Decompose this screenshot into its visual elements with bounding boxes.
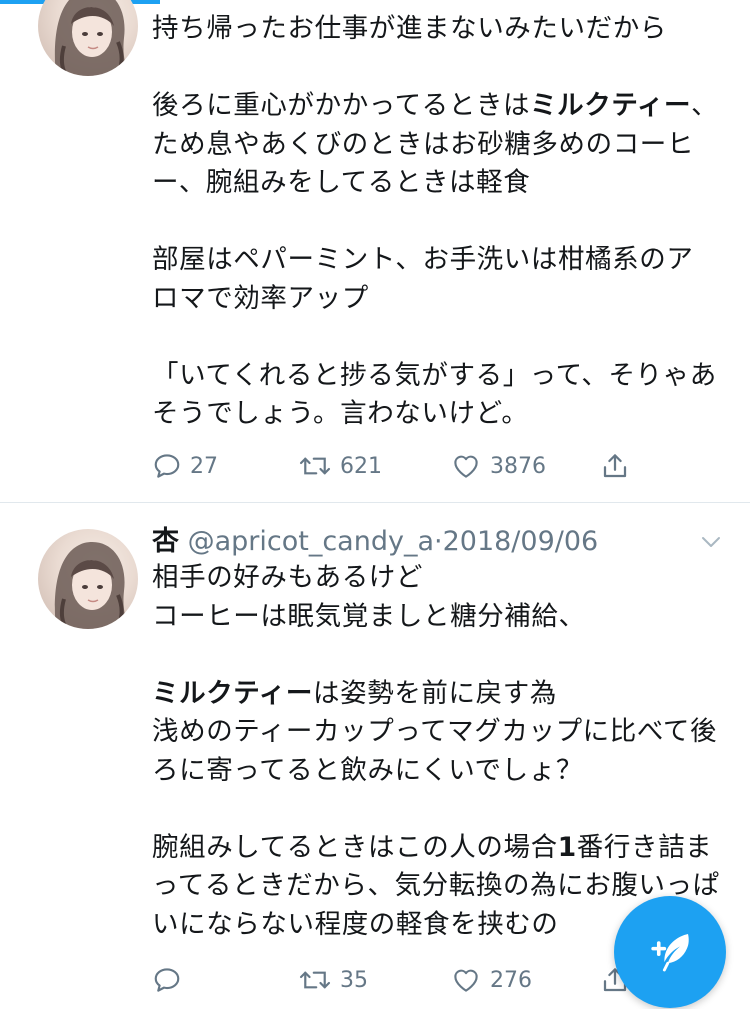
tweet[interactable]: 持ち帰ったお仕事が進まないみたいだから後ろに重心がかかってるときはミルクティー、… xyxy=(0,0,750,503)
tweet-paragraph: コーヒーは眠気覚ましと糖分補給、 xyxy=(152,598,720,637)
like-count: 276 xyxy=(490,967,532,993)
retweet-icon xyxy=(299,971,331,989)
avatar-illustration xyxy=(54,542,131,629)
reply-icon xyxy=(154,454,180,478)
retweet-button[interactable]: 621 xyxy=(298,446,382,486)
text-run: 部屋はペパーミント、お手洗いは柑橘系のアロマで効率アップ xyxy=(152,244,694,314)
separator-dot: · xyxy=(434,526,443,557)
reply-icon xyxy=(154,968,180,992)
reply-count: 27 xyxy=(190,453,218,479)
share-icon xyxy=(603,454,627,478)
tweet-paragraph: 「いてくれると捗る気がする」って、そりゃあそうでしょう。言わないけど。 xyxy=(152,357,720,434)
compose-tweet-icon xyxy=(651,934,689,972)
timeline: 持ち帰ったお仕事が進まないみたいだから後ろに重心がかかってるときはミルクティー、… xyxy=(0,0,750,1009)
text-run: 「いてくれると捗る気がする」って、そりゃあそうでしょう。言わないけど。 xyxy=(152,359,717,430)
tweet-paragraph: 後ろに重心がかかってるときはミルクティー、ため息やあくびのときはお砂糖多めのコー… xyxy=(152,87,720,203)
avatar[interactable] xyxy=(38,0,138,76)
tweet-paragraph: 持ち帰ったお仕事が進まないみたいだから xyxy=(152,10,720,49)
author-name[interactable]: 杏 xyxy=(152,526,179,557)
tweet-paragraph: ミルクティーは姿勢を前に戻す為 xyxy=(152,675,720,714)
avatar[interactable] xyxy=(38,529,138,629)
heart-icon xyxy=(454,969,478,992)
avatar-illustration xyxy=(54,0,130,76)
retweet-button[interactable]: 35 xyxy=(298,960,368,1000)
like-button[interactable]: 276 xyxy=(450,960,532,1000)
text-run: 相手の好みもあるけど xyxy=(152,562,423,593)
reply-button[interactable] xyxy=(152,960,190,1000)
tweet-text: 相手の好みもあるけど コーヒーは眠気覚ましと糖分補給、 ミルクティーは姿勢を前に戻す… xyxy=(152,559,720,944)
author-handle[interactable]: @apricot_candy_a xyxy=(188,526,434,557)
tweet-paragraph: 部屋はペパーミント、お手洗いは柑橘系のアロマで効率アップ xyxy=(152,241,720,318)
tweet-date[interactable]: 2018/09/06 xyxy=(443,526,599,557)
tweet-header: 杏 @apricot_candy_a·2018/09/06 xyxy=(152,523,598,561)
chevron-down-icon[interactable] xyxy=(700,535,722,549)
tweet-paragraph: 相手の好みもあるけど xyxy=(152,559,720,598)
retweet-count: 621 xyxy=(340,453,382,479)
bold-text: 1 xyxy=(557,831,577,863)
text-run: 腕組みしてるときはこの人の場合 xyxy=(152,831,558,863)
tweet-text: 持ち帰ったお仕事が進まないみたいだから後ろに重心がかかってるときはミルクティー、… xyxy=(152,10,720,434)
tweet-actions: 27 621 3876 xyxy=(152,446,720,486)
text-run: は姿勢を前に戻す為 xyxy=(313,677,557,709)
compose-tweet-button[interactable] xyxy=(614,896,726,1008)
heart-icon xyxy=(454,455,478,478)
bold-text: ミルクティー xyxy=(530,90,692,121)
text-run: コーヒーは眠気覚ましと糖分補給、 xyxy=(152,600,586,632)
retweet-icon xyxy=(299,457,331,475)
text-run: 持ち帰ったお仕事が進まないみたいだから xyxy=(152,13,667,44)
text-run: 浅めのティーカップってマグカップに比べて後ろに寄ってると飲みにくいでしょ？ xyxy=(152,716,718,786)
share-button[interactable] xyxy=(600,446,630,486)
like-count: 3876 xyxy=(490,453,546,479)
bold-text: ミルクティー xyxy=(152,677,314,709)
like-button[interactable]: 3876 xyxy=(450,446,546,486)
reply-button[interactable]: 27 xyxy=(152,446,218,486)
tweet-paragraph: 浅めのティーカップってマグカップに比べて後ろに寄ってると飲みにくいでしょ？ xyxy=(152,713,720,790)
retweet-count: 35 xyxy=(340,967,368,993)
text-run: 後ろに重心がかかってるときは xyxy=(152,90,531,121)
